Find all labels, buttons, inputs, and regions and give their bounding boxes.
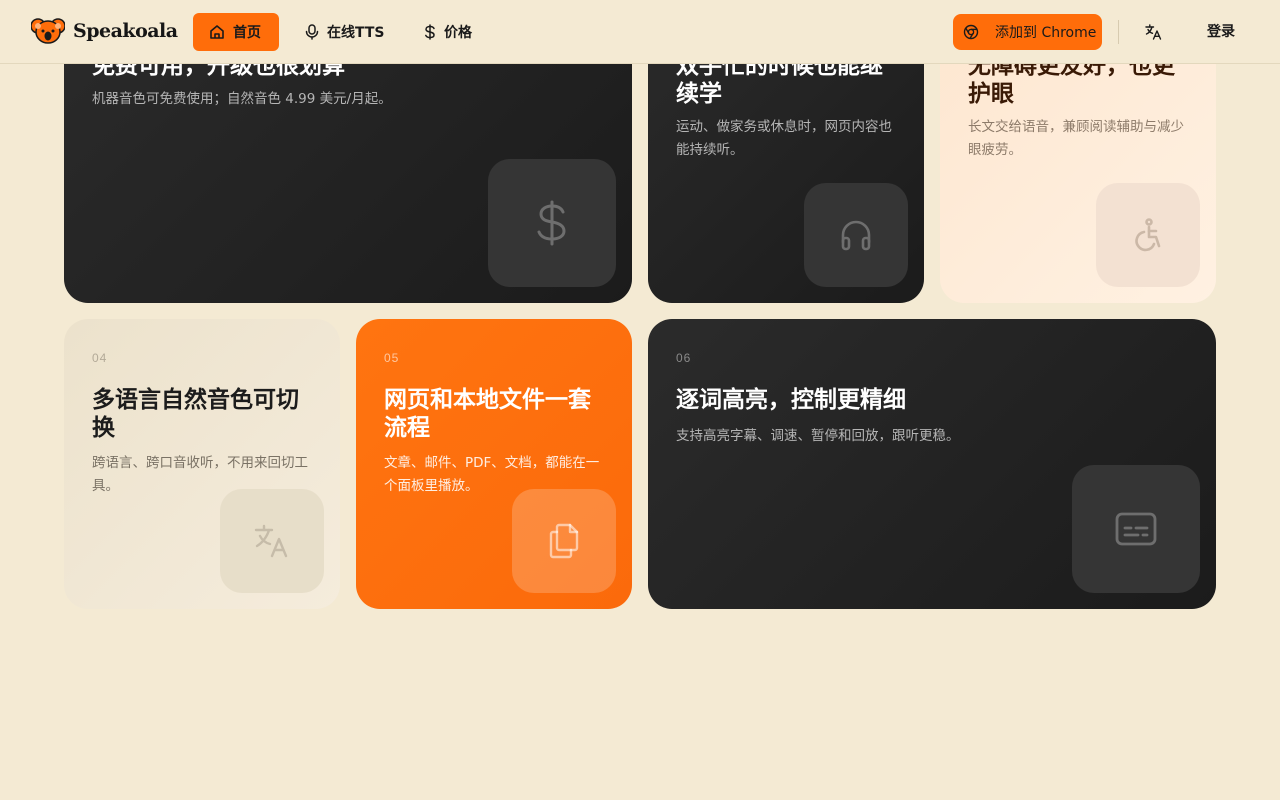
add-to-chrome-label: 添加到 Chrome (995, 25, 1097, 41)
feature-icon-box (804, 183, 908, 287)
top-navbar: Speakoala 首页 在线TTS 价格 添加到 Chrome 登录 (0, 0, 1280, 64)
feature-description: 支持高亮字幕、调速、暂停和回放，跟听更稳。 (676, 428, 960, 444)
dollar-icon (537, 200, 566, 246)
translate-icon (1144, 24, 1161, 40)
login-link[interactable]: 登录 (1207, 21, 1235, 41)
nav-online-tts[interactable]: 在线TTS (289, 13, 401, 51)
feature-icon-box (1072, 465, 1200, 593)
feature-icon-box (488, 159, 616, 287)
nav-online-tts-label: 在线TTS (327, 25, 385, 41)
feature-icon-box (512, 489, 616, 593)
koala-logo-icon (31, 18, 65, 44)
feature-card-multilingual: 04 多语言自然音色可切换 跨语言、跨口音收听，不用来回切工具。 (64, 319, 340, 609)
nav-divider (1118, 20, 1119, 44)
headphones-icon (841, 220, 871, 251)
feature-card-highlight: 06 逐词高亮，控制更精细 支持高亮字幕、调速、暂停和回放，跟听更稳。 (648, 319, 1216, 609)
microphone-icon (305, 24, 319, 40)
feature-number: 04 (92, 351, 108, 365)
add-to-chrome-button[interactable]: 添加到 Chrome (953, 14, 1102, 50)
accessibility-icon (1135, 218, 1161, 252)
feature-number: 06 (676, 351, 692, 365)
nav-home[interactable]: 首页 (193, 13, 279, 51)
nav-home-label: 首页 (233, 25, 261, 41)
copy-files-icon (549, 523, 579, 559)
feature-title: 多语言自然音色可切换 (92, 387, 299, 441)
feature-title: 网页和本地文件一套流程 (384, 387, 591, 441)
home-icon (210, 25, 224, 39)
language-switch-button[interactable] (1140, 20, 1166, 44)
dollar-icon (425, 24, 435, 40)
brand-logo[interactable]: Speakoala (31, 17, 178, 45)
feature-icon-box (220, 489, 324, 593)
nav-pricing[interactable]: 价格 (408, 13, 488, 51)
nav-pricing-label: 价格 (444, 25, 472, 41)
subtitles-icon (1115, 512, 1157, 546)
feature-card-files: 05 网页和本地文件一套流程 文章、邮件、PDF、文档，都能在一个面板里播放。 (356, 319, 632, 609)
feature-number: 05 (384, 351, 400, 365)
feature-title: 逐词高亮，控制更精细 (676, 387, 906, 413)
feature-description: 运动、做家务或休息时，网页内容也能持续听。 (676, 119, 892, 158)
chrome-icon (963, 24, 979, 40)
feature-description: 机器音色可免费使用；自然音色 4.99 美元/月起。 (92, 91, 392, 107)
translate-icon (254, 524, 288, 558)
feature-description: 长文交给语音，兼顾阅读辅助与减少眼疲劳。 (968, 119, 1184, 158)
brand-name: Speakoala (73, 20, 178, 42)
feature-icon-box (1096, 183, 1200, 287)
